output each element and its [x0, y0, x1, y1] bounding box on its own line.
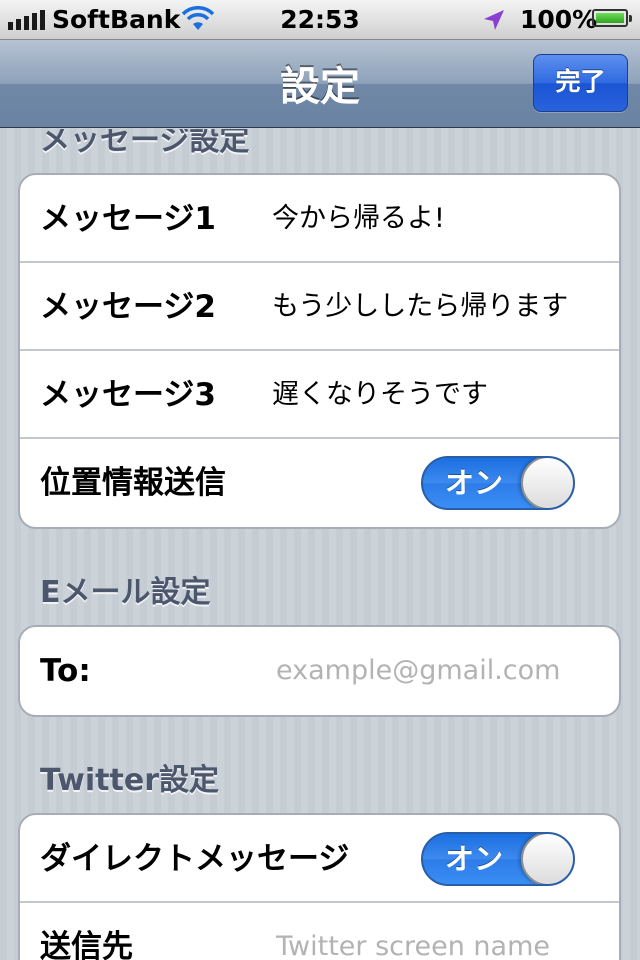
message-2-input[interactable]: もう少ししたら帰ります — [272, 263, 568, 351]
navigation-bar: 設定 完了 — [0, 40, 640, 128]
message-row-1[interactable]: メッセージ1 今から帰るよ! — [20, 175, 619, 263]
recipient-label: 送信先 — [40, 929, 133, 960]
email-settings-group: To: example@gmail.com — [18, 625, 621, 717]
message-3-input[interactable]: 遅くなりそうです — [272, 351, 488, 439]
message-1-input[interactable]: 今から帰るよ! — [272, 175, 445, 263]
section-header-twitter: Twitter設定 — [40, 763, 219, 798]
battery-percentage: 100% — [520, 5, 598, 34]
location-label: 位置情報送信 — [40, 465, 226, 501]
twitter-screen-name-field[interactable]: Twitter screen name — [276, 903, 550, 960]
location-row: 位置情報送信 オン — [20, 439, 619, 527]
email-to-label: To: — [40, 653, 91, 689]
toggle-on-label: オン — [445, 842, 504, 876]
settings-table[interactable]: メッセージ設定 メッセージ1 今から帰るよ! メッセージ2 もう少ししたら帰りま… — [0, 129, 640, 960]
message-1-label: メッセージ1 — [40, 201, 216, 237]
section-header-message: メッセージ設定 — [40, 129, 250, 158]
email-to-row[interactable]: To: example@gmail.com — [20, 627, 619, 715]
toggle-knob — [521, 834, 573, 884]
direct-message-label: ダイレクトメッセージ — [40, 841, 350, 877]
email-to-field[interactable]: example@gmail.com — [276, 627, 560, 715]
message-row-2[interactable]: メッセージ2 もう少ししたら帰ります — [20, 263, 619, 351]
message-2-label: メッセージ2 — [40, 289, 216, 325]
battery-icon — [592, 9, 632, 27]
twitter-settings-group: ダイレクトメッセージ オン 送信先 Twitter screen name — [18, 813, 621, 960]
section-header-email: Eメール設定 — [40, 575, 211, 610]
status-bar: SoftBank 22:53 100% — [0, 0, 640, 40]
message-row-3[interactable]: メッセージ3 遅くなりそうです — [20, 351, 619, 439]
toggle-knob — [521, 458, 573, 508]
message-settings-group: メッセージ1 今から帰るよ! メッセージ2 もう少ししたら帰ります メッセージ3… — [18, 173, 621, 529]
location-toggle[interactable]: オン — [421, 456, 575, 510]
direct-message-row: ダイレクトメッセージ オン — [20, 815, 619, 903]
recipient-row[interactable]: 送信先 Twitter screen name — [20, 903, 619, 960]
toggle-on-label: オン — [445, 466, 504, 500]
direct-message-toggle[interactable]: オン — [421, 832, 575, 886]
location-arrow-icon — [482, 8, 506, 38]
message-3-label: メッセージ3 — [40, 377, 216, 413]
done-button[interactable]: 完了 — [533, 54, 628, 112]
